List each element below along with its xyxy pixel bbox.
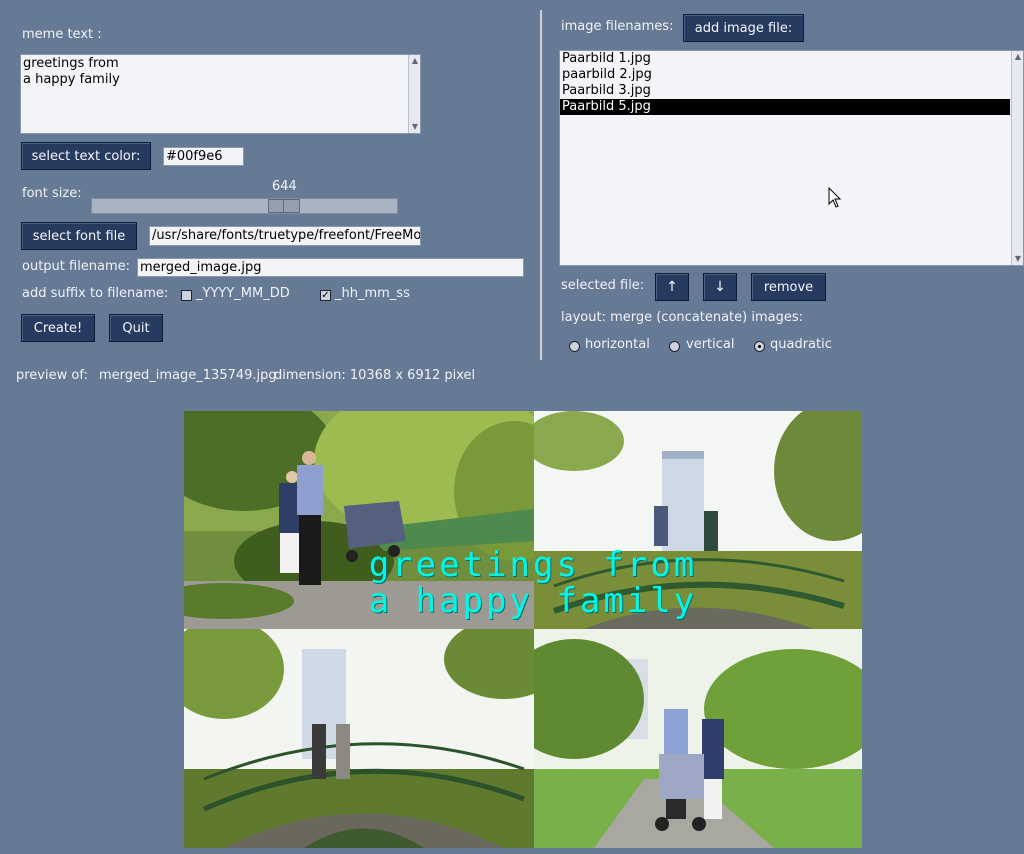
preview-filename: merged_image_135749.jpg xyxy=(99,368,277,383)
selected-file-label: selected file: xyxy=(561,278,645,293)
create-button[interactable]: Create! xyxy=(21,314,95,342)
meme-text-scrollbar[interactable]: ▲ ▼ xyxy=(408,55,420,133)
suffix-date-label: _YYYY_MM_DD xyxy=(196,286,290,301)
remove-button[interactable]: remove xyxy=(751,273,826,301)
scroll-up-icon[interactable]: ▲ xyxy=(1013,52,1023,62)
mouse-cursor-icon xyxy=(828,187,842,208)
list-item-selected[interactable]: Paarbild 5.jpg xyxy=(560,99,1010,115)
image-filenames-label: image filenames: xyxy=(561,19,674,34)
preview-overlay-line: a happy family xyxy=(368,581,698,621)
preview-label: preview of: xyxy=(16,368,88,383)
preview-dimension: dimension: 10368 x 6912 pixel xyxy=(274,368,476,383)
layout-horizontal-radio[interactable] xyxy=(569,341,580,352)
list-item[interactable]: paarbild 2.jpg xyxy=(560,67,1023,83)
layout-horizontal-label: horizontal xyxy=(585,337,650,352)
layout-label: layout: merge (concatenate) images: xyxy=(561,310,804,325)
list-item[interactable]: Paarbild 3.jpg xyxy=(560,83,1023,99)
font-size-slider[interactable] xyxy=(91,198,398,214)
image-file-list[interactable]: Paarbild 1.jpg paarbild 2.jpg Paarbild 3… xyxy=(559,50,1024,266)
preview-overlay-line: greetings from xyxy=(368,545,698,585)
quit-button[interactable]: Quit xyxy=(109,314,163,342)
suffix-time-checkbox[interactable]: ✓ xyxy=(320,290,331,301)
meme-text-area[interactable]: greetings from a happy family ▲ ▼ xyxy=(20,54,421,134)
list-item[interactable]: Paarbild 1.jpg xyxy=(560,51,1023,67)
layout-quadratic-label: quadratic xyxy=(770,337,832,352)
layout-vertical-label: vertical xyxy=(686,337,735,352)
layout-vertical-radio[interactable] xyxy=(669,341,680,352)
preview-overlay-text: greetings from a happy family xyxy=(184,547,862,619)
move-up-button[interactable]: ↑ xyxy=(655,273,689,301)
select-font-file-button[interactable]: select font file xyxy=(21,222,137,250)
add-image-file-button[interactable]: add image file: xyxy=(683,14,804,42)
panel-divider xyxy=(540,10,542,360)
scroll-up-icon[interactable]: ▲ xyxy=(410,56,420,66)
font-size-slider-handle[interactable] xyxy=(268,199,300,213)
output-filename-field[interactable]: merged_image.jpg xyxy=(137,258,524,277)
move-down-button[interactable]: ↓ xyxy=(703,273,737,301)
text-color-field[interactable]: #00f9e6 xyxy=(163,147,244,166)
font-file-field[interactable]: /usr/share/fonts/truetype/freefont/FreeM… xyxy=(149,226,421,246)
font-size-value: 644 xyxy=(272,179,297,194)
preview-photo-4 xyxy=(534,629,862,848)
layout-quadratic-radio[interactable] xyxy=(754,341,765,352)
output-filename-label: output filename: xyxy=(22,259,131,274)
scroll-down-icon[interactable]: ▼ xyxy=(410,122,420,132)
suffix-date-checkbox[interactable] xyxy=(181,290,192,301)
meme-text-label: meme text : xyxy=(22,27,102,42)
font-size-label: font size: xyxy=(22,186,82,201)
suffix-time-label: _hh_mm_ss xyxy=(335,286,410,301)
select-text-color-button[interactable]: select text color: xyxy=(21,142,151,170)
preview-image: greetings from a happy family xyxy=(184,411,862,848)
preview-photo-3 xyxy=(184,629,534,848)
suffix-label: add suffix to filename: xyxy=(22,286,169,301)
file-list-scrollbar[interactable]: ▲ ▼ xyxy=(1011,51,1023,265)
meme-text-line: greetings from xyxy=(23,56,119,71)
scroll-down-icon[interactable]: ▼ xyxy=(1013,254,1023,264)
meme-text-line: a happy family xyxy=(23,72,120,87)
